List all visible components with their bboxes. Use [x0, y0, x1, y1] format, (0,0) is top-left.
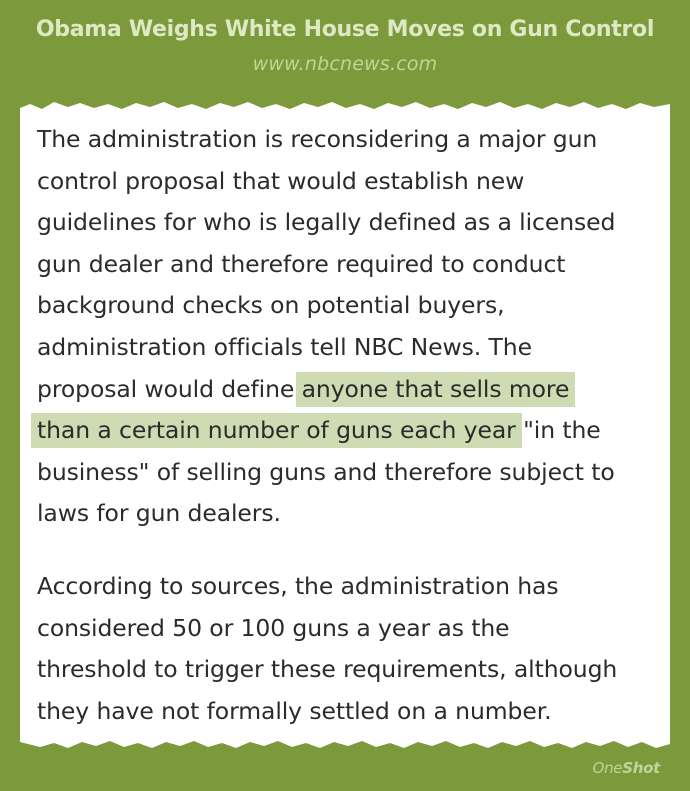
text-line: background checks on potential buyers, — [37, 291, 505, 320]
highlighted-text: than a certain number of guns each year — [31, 413, 522, 449]
text-segment: "in the — [515, 416, 601, 445]
oneshot-logo: OneShot — [592, 758, 661, 778]
text-segment: proposal would define — [37, 374, 302, 403]
text-line: According to sources, the administration… — [37, 572, 559, 600]
headline: Obama Weighs White House Moves on Gun Co… — [35, 17, 655, 42]
text-line: gun dealer and therefore required to con… — [37, 249, 566, 278]
source-url: www.nbcnews.com — [252, 53, 438, 75]
text-line: laws for gun dealers. — [37, 499, 281, 528]
text-line: guidelines for who is legally defined as… — [37, 208, 616, 237]
text-line: considered 50 or 100 guns a year as the — [37, 613, 510, 642]
text-line: The administration is reconsidering a ma… — [37, 125, 598, 153]
text-line: control proposal that would establish ne… — [37, 166, 525, 195]
paragraph-2: According to sources, the administration… — [37, 566, 661, 732]
text-line: administration officials tell NBC News. … — [37, 332, 532, 361]
text-line: than a certain number of guns each year … — [31, 410, 661, 452]
text-line: business" of selling guns and therefore … — [37, 457, 615, 486]
paragraph-1: The administration is reconsidering a ma… — [31, 119, 661, 535]
text-line: threshold to trigger these requirements,… — [37, 655, 618, 684]
logo-text-shot: Shot — [622, 759, 660, 777]
logo-text-one: One — [592, 759, 623, 777]
highlighted-text: anyone that sells more — [295, 371, 576, 407]
text-line: they have not formally settled on a numb… — [37, 696, 552, 725]
text-line: proposal would define anyone that sells … — [37, 369, 661, 411]
